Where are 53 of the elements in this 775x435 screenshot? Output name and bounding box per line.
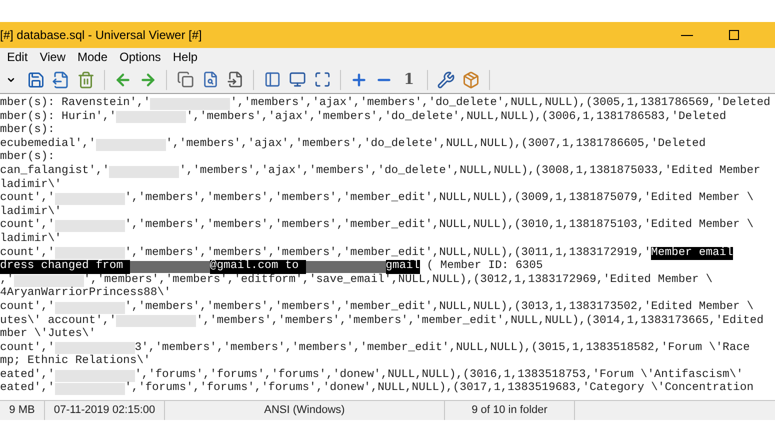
code-text: ','members','members','members','member_edit',NULL,NULL),(3013,1,1383173502,'Edited Member \ <box>124 300 754 314</box>
code-text: ladimir\' <box>0 232 62 246</box>
status-field: 9 of 10 in folder <box>445 401 575 420</box>
code-text: count',' <box>0 192 55 206</box>
menu-item[interactable]: Mode <box>77 48 108 66</box>
code-text: ','members','ajax','members','do_delete',NULL,NULL),(3005,1,1381786569,'Deleted <box>230 97 770 110</box>
code-text: dress changed from <box>0 260 130 274</box>
code-text: ','members','members','members','member_edit',NULL,NULL),(3010,1,1381875103,'Edited Member \ <box>124 219 754 233</box>
tools-icon[interactable] <box>435 68 457 90</box>
code-text: ladimir\' <box>0 206 62 218</box>
menu-item[interactable]: Help <box>172 48 198 66</box>
code-text: count',' <box>0 342 55 354</box>
code-text: ( Member ID: 6305 <box>426 260 543 274</box>
menu-item[interactable]: Options <box>120 48 161 66</box>
code-text: ladimir\' <box>0 178 62 192</box>
minimize-icon[interactable] <box>681 34 693 36</box>
code-text: ,' <box>0 274 14 286</box>
status-field: ANSI (Windows) <box>165 401 445 420</box>
code-text: eated',' <box>0 382 55 396</box>
window-title: [#] database.sql - Universal Viewer [#] <box>0 27 203 44</box>
code-text: count',' <box>0 219 55 232</box>
code-text: mber \'Jutes\' <box>0 328 96 342</box>
status-field: 07-11-2019 02:15:00 <box>45 401 165 420</box>
code-text: ','members','members','members','member_edit',NULL,NULL),(3009,1,1381875079,'Edited Member \ <box>124 192 754 206</box>
code-text: ','members','ajax','members','do_delete',NULL,NULL),(3007,1,1381786605,'Deleted <box>166 138 706 152</box>
code-text: ','members','ajax','members','do_delete',NULL,NULL),(3008,1,1381875033,'Edited Member <box>179 164 760 179</box>
code-text: mber(s): Ravenstein',' <box>0 97 150 110</box>
code-text: utes\' account',' <box>0 314 116 328</box>
code-text: can_falangist',' <box>0 164 110 178</box>
code-text: gmail <box>386 260 420 274</box>
code-text: count',' <box>0 246 55 260</box>
code-text: Member email <box>651 246 734 260</box>
code-text: mp; Ethnic Relations\' <box>0 355 150 368</box>
code-text: mber(s): <box>0 124 55 138</box>
code-text: ','members','members','members','member_edit',NULL,NULL),(3011,1,1383172919,' <box>124 246 652 260</box>
menu-item[interactable]: View <box>40 48 66 66</box>
code-text: @gmail.com to <box>210 260 306 274</box>
code-text: ','forums','forums','forums','donew',NULL,NULL),(3017,1,1383519683,'Category \'Concentration <box>124 382 754 396</box>
code-text: eated',' <box>0 368 55 382</box>
code-text: ','members','ajax','members','do_delete',NULL,NULL),(3006,1,1381786583,'Deleted <box>186 110 726 124</box>
maximize-icon[interactable] <box>729 30 739 40</box>
code-text: 3','members','members','members','member_edit',NULL,NULL),(3015,1,1383518582,'Forum \'Race <box>134 342 750 354</box>
menu-item[interactable]: Edit <box>7 48 28 66</box>
code-text: mber(s): Hurin',' <box>0 110 116 124</box>
code-text: count',' <box>0 300 55 314</box>
code-text: 4AryanWarriorPrincess88\' <box>0 287 171 300</box>
code-text: ecubemedial',' <box>0 138 96 150</box>
code-text: ','members','members','editform','save_email',NULL,NULL),(3012,1,1383172969,'Edited Member \ <box>84 274 713 286</box>
code-text: mber(s): <box>0 151 55 164</box>
actual-size-button[interactable]: 1 <box>398 68 420 91</box>
code-text: ','forums','forums','forums','donew',NULL,NULL),(3016,1,1383518753,'Forum \'Antifascism\' <box>134 368 744 382</box>
code-text: ','members','members','members','member_edit',NULL,NULL),(3014,1,1383173665,'Edited <box>196 314 764 328</box>
status-field: 9 MB <box>0 401 45 420</box>
